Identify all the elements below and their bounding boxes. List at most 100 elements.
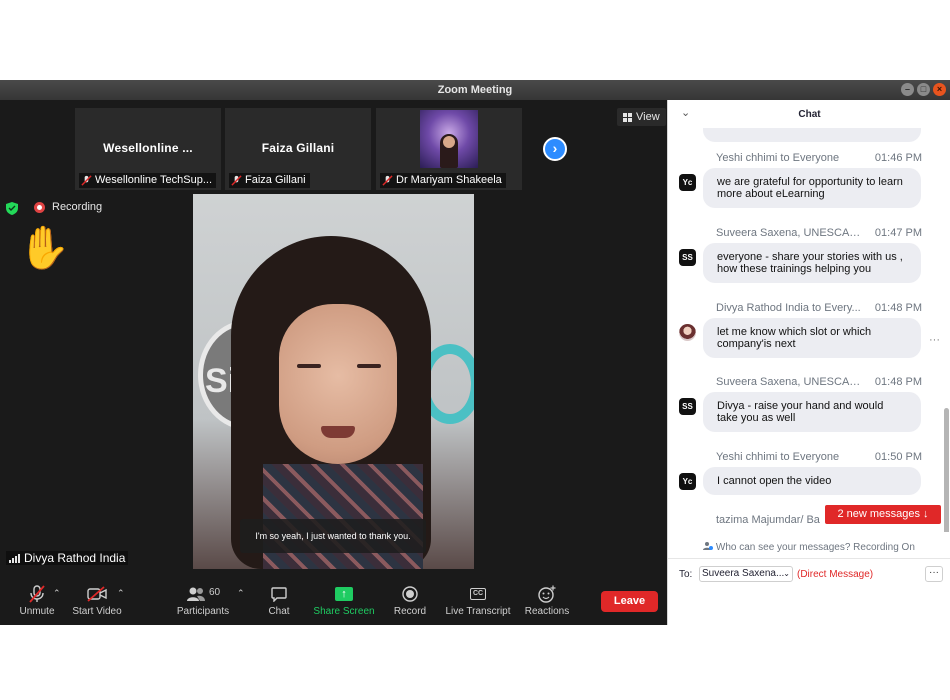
- message-time: 01:46 PM: [874, 152, 922, 164]
- chat-bubble-icon: [271, 586, 287, 602]
- record-icon: [402, 586, 418, 602]
- window-controls: – □ ×: [901, 83, 946, 96]
- message-text: Divya - raise your hand and would take y…: [703, 392, 921, 432]
- leave-button[interactable]: Leave: [601, 591, 658, 612]
- participants-icon: [186, 587, 205, 601]
- participant-label: Wesellonline TechSup...: [79, 173, 216, 188]
- chevron-down-icon: ⌄: [783, 569, 790, 578]
- meeting-toolbar: Unmute ⌃ Start Video ⌃ 60 Participants ⌃…: [0, 579, 667, 625]
- message-sender: Yeshi chhimi to Everyone: [716, 451, 840, 463]
- shield-icon[interactable]: [6, 202, 18, 215]
- mic-muted-icon: [81, 175, 92, 186]
- active-speaker-stage: Recording ✋ Si I'm so yeah, I just wante…: [0, 192, 667, 579]
- message-text: we are grateful for opportunity to learn…: [703, 168, 921, 208]
- speaker-face: [279, 304, 397, 464]
- chat-button[interactable]: Chat: [266, 585, 292, 617]
- share-arrow-icon: ↑: [335, 587, 353, 601]
- audio-options-caret-icon[interactable]: ⌃: [53, 588, 61, 599]
- maximize-button[interactable]: □: [917, 83, 930, 96]
- participant-name: Dr Mariyam Shakeela: [396, 174, 502, 186]
- message-sender: Divya Rathod India to Every...: [716, 302, 861, 314]
- message-more-icon[interactable]: ···: [929, 334, 940, 346]
- message-time: 01:50 PM: [874, 451, 922, 463]
- avatar: [679, 324, 696, 341]
- video-options-caret-icon[interactable]: ⌃: [117, 588, 125, 599]
- meeting-area: Wesellonline ... Wesellonline TechSup...…: [0, 100, 667, 625]
- next-page-arrow-icon[interactable]: ›: [543, 137, 567, 161]
- signal-strength-icon: [9, 553, 20, 563]
- closed-caption-icon: CC: [470, 588, 486, 600]
- view-button-label: View: [636, 111, 660, 123]
- message-text: everyone - share your stories with us , …: [703, 243, 921, 283]
- message-time: 01:47 PM: [874, 227, 922, 239]
- participant-display-name: Wesellonline ...: [103, 141, 193, 155]
- active-speaker-label: Divya Rathod India: [6, 551, 129, 565]
- participant-tile[interactable]: Dr Mariyam Shakeela: [376, 108, 522, 190]
- close-button[interactable]: ×: [933, 83, 946, 96]
- chat-message-list[interactable]: Yeshi chhimi to Everyone 01:46 PM Yc we …: [668, 128, 950, 532]
- message-sender: Suveera Saxena, UNESCAP t...: [716, 376, 866, 388]
- avatar: Yc: [679, 174, 696, 191]
- previous-message-bubble: [703, 128, 921, 142]
- chat-title: Chat: [798, 109, 821, 120]
- message-text: I cannot open the video: [703, 467, 921, 495]
- avatar: SS: [679, 398, 696, 415]
- record-dot-icon: [34, 201, 45, 213]
- recording-indicator[interactable]: Recording: [34, 201, 102, 213]
- chat-panel: ⌄ Chat Yeshi chhimi to Everyone 01:46 PM…: [667, 100, 950, 625]
- active-speaker-name: Divya Rathod India: [24, 551, 126, 565]
- participants-button[interactable]: 60 Participants: [176, 585, 230, 618]
- participant-display-name: Faiza Gillani: [261, 141, 335, 155]
- video-off-icon: [87, 586, 107, 602]
- participant-label: Faiza Gillani: [229, 173, 310, 188]
- participant-strip: Wesellonline ... Wesellonline TechSup...…: [0, 100, 667, 192]
- participants-count: 60: [208, 586, 221, 598]
- speaker-video: Si: [193, 194, 474, 569]
- mic-muted-icon: [231, 175, 242, 186]
- participant-name: Faiza Gillani: [245, 174, 306, 186]
- message-sender: tazima Majumdar/ Ba: [716, 514, 820, 526]
- participant-video-thumbnail: [420, 110, 478, 168]
- participant-tile[interactable]: Wesellonline ... Wesellonline TechSup...: [75, 108, 221, 190]
- new-messages-button[interactable]: 2 new messages ↓: [825, 505, 941, 524]
- message-sender: Suveera Saxena, UNESCAP to Everyone: [716, 227, 866, 239]
- chat-recipient-row: To: Suveera Saxena... ⌄ (Direct Message)…: [668, 558, 950, 588]
- live-caption: I'm so yeah, I just wanted to thank you.: [240, 519, 426, 553]
- mic-muted-icon: [382, 175, 393, 186]
- title-bar: Zoom Meeting – □ ×: [0, 80, 950, 100]
- avatar: Yc: [679, 473, 696, 490]
- participants-options-caret-icon[interactable]: ⌃: [237, 588, 245, 599]
- message-visibility-link[interactable]: Who can see your messages? Recording On: [668, 541, 950, 553]
- minimize-button[interactable]: –: [901, 83, 914, 96]
- participant-name: Wesellonline TechSup...: [95, 174, 212, 186]
- record-button[interactable]: Record: [393, 585, 427, 617]
- smiley-plus-icon: [538, 585, 556, 603]
- message-time: 01:48 PM: [874, 302, 922, 314]
- grid-icon: [623, 112, 632, 122]
- message-sender: Yeshi chhimi to Everyone: [716, 152, 840, 164]
- participant-label: Dr Mariyam Shakeela: [380, 173, 506, 188]
- raised-hand-icon: ✋: [18, 224, 71, 271]
- speaker-clothing: [263, 464, 423, 569]
- message-text: let me know which slot or which company'…: [703, 318, 921, 358]
- chat-more-options-button[interactable]: ···: [925, 566, 943, 582]
- reactions-button[interactable]: Reactions: [524, 585, 570, 617]
- recording-label: Recording: [52, 201, 103, 213]
- message-time: 01:48 PM: [874, 376, 922, 388]
- view-button[interactable]: View: [617, 108, 666, 126]
- participant-tile[interactable]: Faiza Gillani Faiza Gillani: [225, 108, 371, 190]
- chat-header: ⌄ Chat: [668, 100, 950, 128]
- window-title: Zoom Meeting: [437, 84, 513, 96]
- start-video-button[interactable]: Start Video: [72, 585, 122, 617]
- chat-scrollbar[interactable]: [944, 408, 949, 532]
- share-screen-button[interactable]: ↑ Share Screen: [313, 585, 375, 617]
- zoom-window: Zoom Meeting – □ × Wesellonline ... Wese…: [0, 80, 950, 625]
- unmute-button[interactable]: Unmute: [18, 585, 56, 617]
- recipient-select[interactable]: Suveera Saxena... ⌄: [699, 566, 793, 582]
- message-visibility-text: Who can see your messages? Recording On: [715, 542, 915, 553]
- recipient-value: Suveera Saxena...: [702, 568, 785, 579]
- live-transcript-button[interactable]: CC Live Transcript: [444, 585, 512, 617]
- direct-message-note: (Direct Message): [797, 569, 874, 580]
- to-label: To:: [679, 569, 693, 580]
- people-icon: [703, 542, 714, 550]
